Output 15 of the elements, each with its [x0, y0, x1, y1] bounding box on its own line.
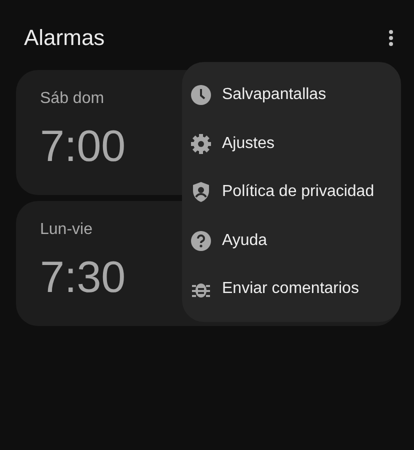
- alarm-time: 7:00: [40, 122, 126, 172]
- help-icon: [190, 230, 212, 252]
- alarm-time: 7:30: [40, 253, 126, 303]
- settings-icon: [190, 132, 212, 155]
- menu-item[interactable]: Ajustes: [182, 120, 401, 168]
- alarm-days: Lun-vie: [40, 221, 92, 239]
- menu-item[interactable]: Política de privacidad: [182, 168, 401, 216]
- menu-item[interactable]: Enviar comentarios: [182, 265, 401, 314]
- menu-item[interactable]: Ayuda: [182, 216, 401, 265]
- menu-item[interactable]: Salvapantallas: [182, 71, 401, 120]
- more-icon: [388, 29, 394, 47]
- clock-icon: [190, 84, 212, 106]
- screen-title: Alarmas: [24, 25, 105, 51]
- alarm-days: Sáb dom: [40, 90, 104, 108]
- shield-icon: [190, 181, 212, 204]
